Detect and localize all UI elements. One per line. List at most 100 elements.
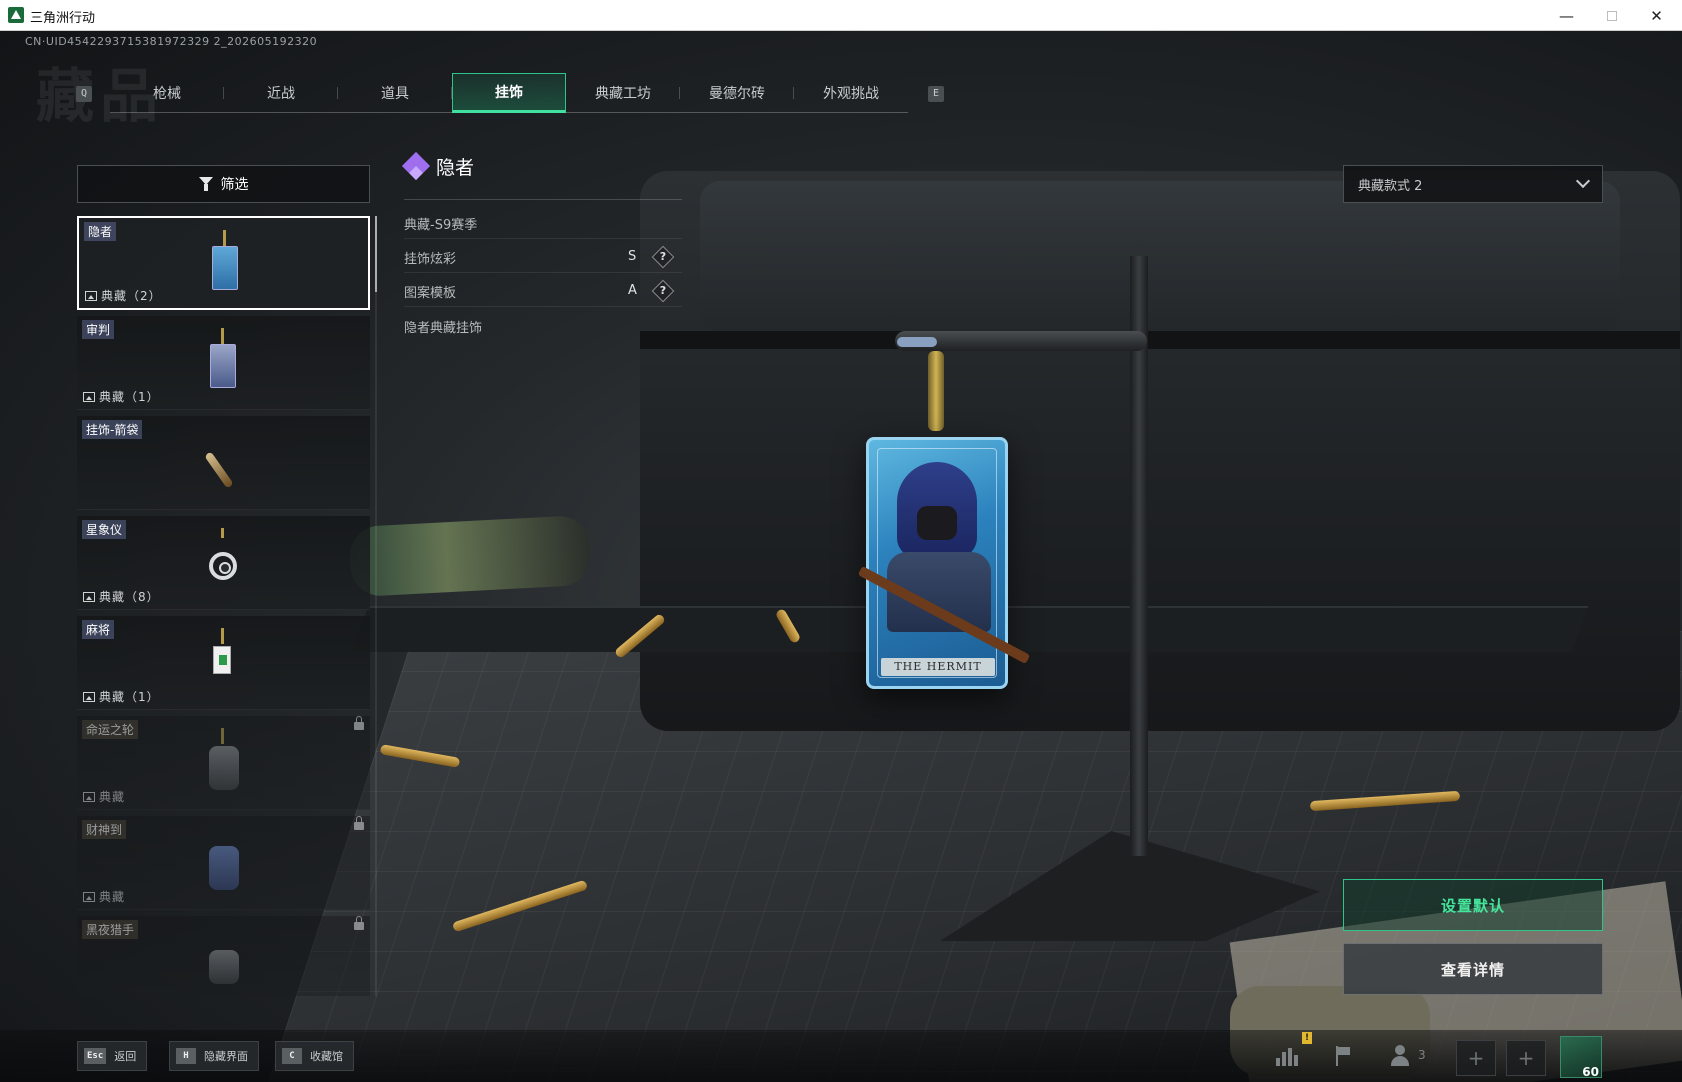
maximize-icon: [1606, 10, 1617, 21]
window-title: 三角洲行动: [30, 11, 96, 26]
party-slot[interactable]: +: [1506, 1040, 1546, 1076]
tab-label: 枪械: [153, 86, 181, 102]
hint-label: 隐藏界面: [204, 1050, 248, 1063]
charm-hook: [928, 351, 944, 431]
game-viewport: THE HERMIT 藏品 CN·UID4542293715381972329 …: [0, 31, 1682, 1082]
view-details-button[interactable]: 查看详情: [1343, 943, 1603, 995]
item-thumbnail: [205, 328, 241, 398]
friends-count: 3: [1418, 1048, 1426, 1062]
list-item[interactable]: 隐者 典藏（2）: [77, 216, 370, 310]
tab-label: 曼德尔砖: [709, 86, 765, 102]
friends-icon[interactable]: [1388, 1042, 1416, 1070]
notice-badge: !: [1302, 1032, 1312, 1044]
help-glyph: ?: [659, 284, 667, 297]
detail-row-charm-shine: 挂饰炫彩 S ?: [404, 243, 682, 273]
tab-items[interactable]: 道具: [338, 73, 452, 113]
stand-tip: [897, 337, 937, 347]
image-icon: [85, 290, 97, 301]
list-item[interactable]: 审判 典藏（1）: [77, 316, 370, 410]
count-text: 典藏: [99, 890, 126, 904]
item-name: 财神到: [82, 820, 127, 839]
player-avatar[interactable]: 60: [1560, 1036, 1602, 1079]
bottom-bar: Esc 返回 H 隐藏界面 C 收藏馆 ! 3 + + 60: [0, 1030, 1682, 1082]
item-name: 麻将: [82, 620, 115, 639]
list-scrollbar[interactable]: [375, 216, 377, 996]
detail-label: 隐者典藏挂饰: [404, 320, 483, 336]
detail-label: 典藏-S9赛季: [404, 218, 478, 233]
minimize-button[interactable]: —: [1544, 0, 1589, 31]
collection-hall-hint[interactable]: C 收藏馆: [275, 1041, 354, 1071]
help-icon[interactable]: ?: [651, 245, 675, 269]
maximize-button[interactable]: [1589, 0, 1634, 31]
grenade-prop: [348, 514, 592, 598]
lock-icon: [354, 916, 364, 930]
close-button[interactable]: ✕: [1634, 0, 1679, 31]
count-text: 典藏: [99, 790, 126, 804]
item-name: 挂饰-箭袋: [82, 420, 143, 439]
item-thumbnail: [205, 828, 241, 898]
item-thumbnail: [205, 528, 241, 598]
charm-preview[interactable]: THE HERMIT: [857, 437, 1031, 689]
item-name: 命运之轮: [82, 720, 139, 739]
grade-value: S: [628, 249, 637, 264]
tab-label: 典藏工坊: [595, 86, 651, 102]
item-name: 星象仪: [82, 520, 127, 539]
item-name: 隐者: [84, 222, 117, 241]
set-default-button[interactable]: 设置默认: [1343, 879, 1603, 931]
image-icon: [83, 591, 95, 602]
detail-row-season: 典藏-S9赛季: [404, 209, 682, 239]
list-item[interactable]: 黑夜猎手: [77, 916, 370, 996]
tab-mandel-brick[interactable]: 曼德尔砖: [680, 73, 794, 113]
app-logo-icon: [8, 7, 24, 23]
charm-list: 隐者 典藏（2） 审判 典藏（1） 挂饰-箭袋 星象仪 典藏（8） 麻将 典藏（…: [77, 216, 370, 996]
tab-charms[interactable]: 挂饰: [452, 73, 566, 113]
tab-appearance-challenge[interactable]: 外观挑战: [794, 73, 908, 113]
hermit-face: [917, 506, 957, 540]
item-count: 典藏（1）: [83, 388, 160, 405]
case-band: [640, 331, 1680, 349]
back-hint[interactable]: Esc 返回: [77, 1041, 148, 1071]
party-slot[interactable]: +: [1456, 1040, 1496, 1076]
list-item[interactable]: 星象仪 典藏（8）: [77, 516, 370, 610]
count-text: 典藏（8）: [99, 590, 160, 604]
filter-icon: [198, 177, 213, 191]
flag-icon[interactable]: [1328, 1042, 1356, 1070]
tab-firearms[interactable]: 枪械: [110, 73, 224, 113]
esc-key: Esc: [84, 1048, 107, 1064]
tab-collection-workshop[interactable]: 典藏工坊: [566, 73, 680, 113]
tab-label: 近战: [267, 86, 295, 102]
list-scroll-thumb[interactable]: [375, 216, 377, 292]
item-count: 典藏: [83, 788, 125, 805]
tab-label: 挂饰: [495, 85, 523, 101]
card-nameplate: THE HERMIT: [881, 658, 995, 676]
image-icon: [83, 391, 95, 402]
lock-icon: [354, 816, 364, 830]
item-count: 典藏（1）: [83, 688, 160, 705]
item-count: 典藏（8）: [83, 588, 160, 605]
item-thumbnail: [207, 230, 243, 300]
stats-icon[interactable]: [1272, 1042, 1300, 1070]
item-thumbnail: [205, 628, 241, 698]
list-item[interactable]: 麻将 典藏（1）: [77, 616, 370, 710]
count-text: 典藏（2）: [101, 289, 162, 303]
list-item[interactable]: 命运之轮 典藏: [77, 716, 370, 810]
next-tab-key[interactable]: E: [928, 86, 944, 102]
list-item[interactable]: 财神到 典藏: [77, 816, 370, 910]
prev-tab-key[interactable]: Q: [76, 86, 92, 102]
category-tabs: 枪械 近战 道具 挂饰 典藏工坊 曼德尔砖 外观挑战: [110, 73, 908, 113]
c-key: C: [282, 1048, 302, 1064]
filter-button[interactable]: 筛选: [77, 165, 370, 203]
count-text: 典藏（1）: [99, 390, 160, 404]
item-thumbnail: [205, 728, 241, 798]
tab-melee[interactable]: 近战: [224, 73, 338, 113]
hide-ui-hint[interactable]: H 隐藏界面: [169, 1041, 259, 1071]
style-select[interactable]: 典藏款式 2: [1343, 165, 1603, 203]
case-lid: [700, 181, 1620, 331]
list-item[interactable]: 挂饰-箭袋: [77, 416, 370, 510]
lock-icon: [354, 716, 364, 730]
window-titlebar: 三角洲行动 — ✕: [0, 0, 1682, 31]
h-key: H: [176, 1048, 196, 1064]
charm-title-text: 隐者: [436, 156, 475, 179]
rarity-gem-icon: [401, 151, 431, 181]
help-icon[interactable]: ?: [651, 279, 675, 303]
